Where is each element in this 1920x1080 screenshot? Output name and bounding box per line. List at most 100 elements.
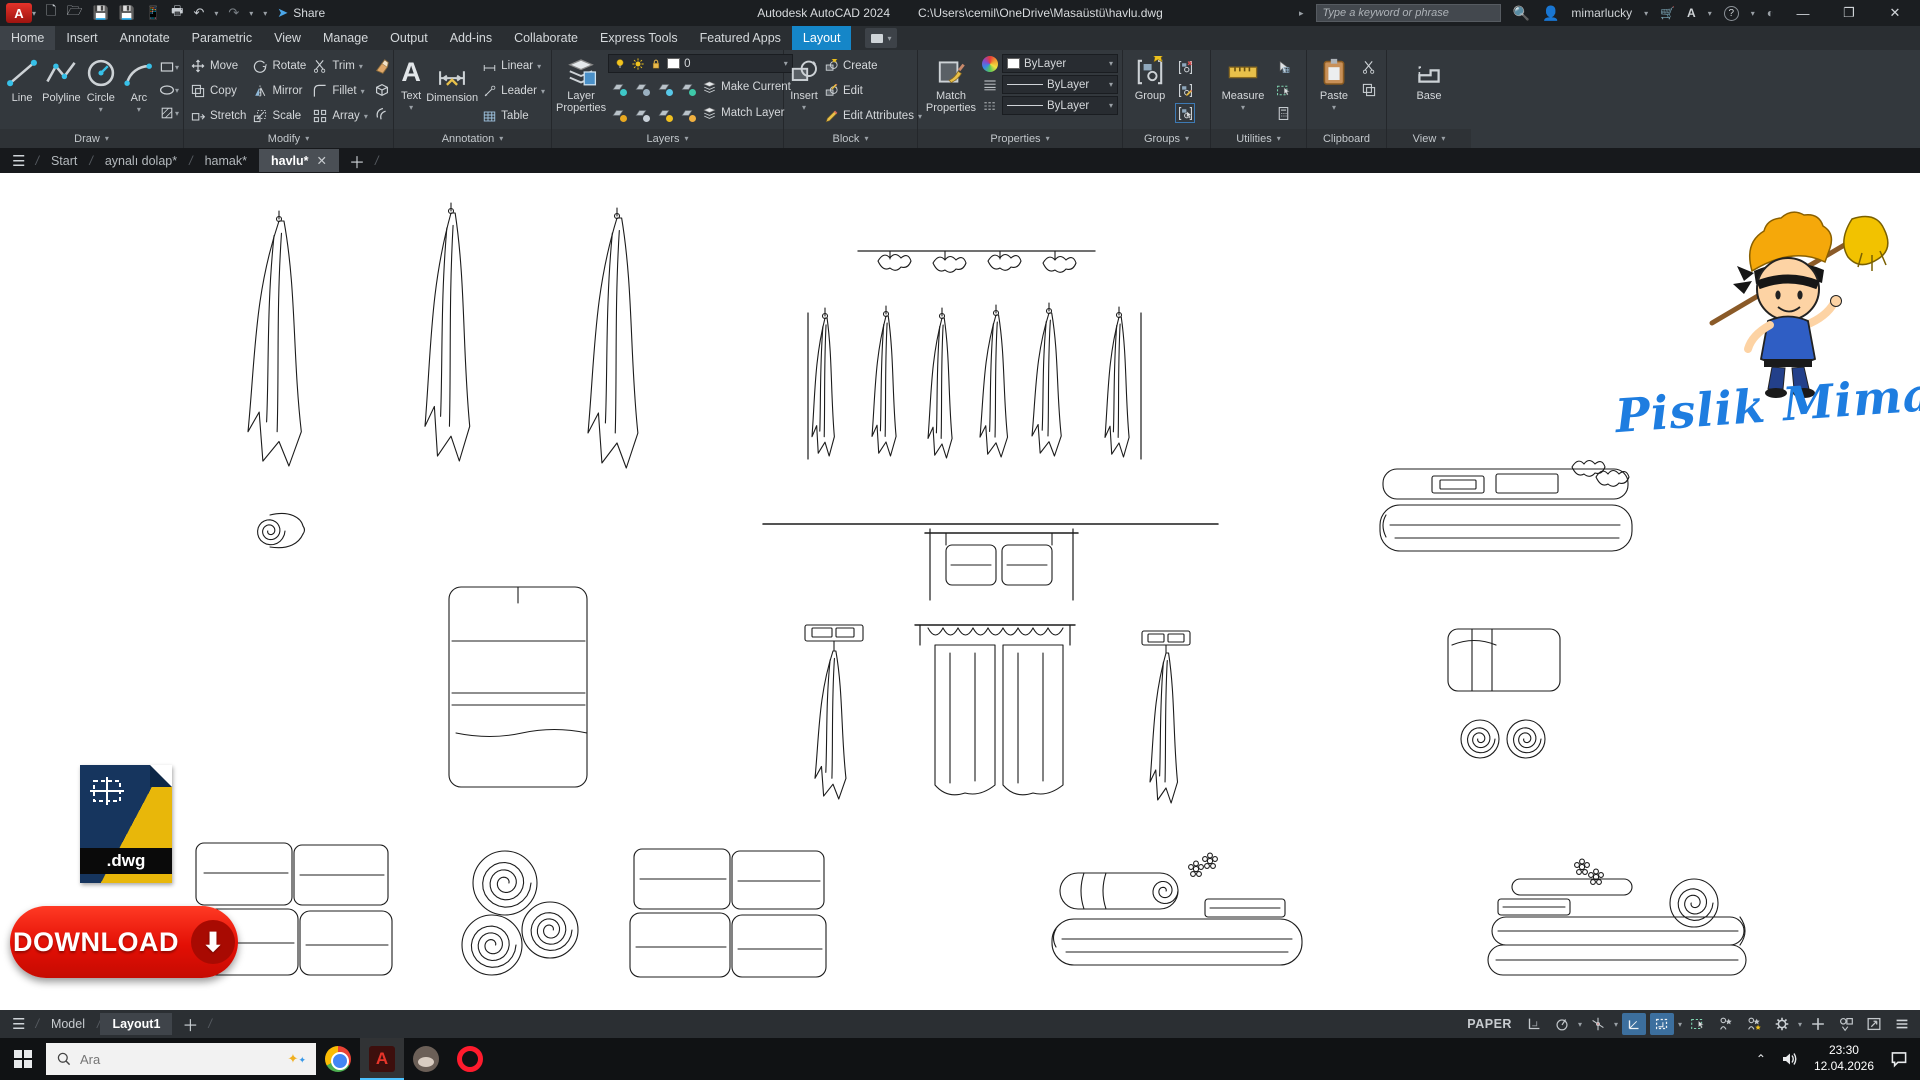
download-button[interactable]: DOWNLOAD ⬇ xyxy=(10,906,238,978)
lineweight-combo[interactable]: ByLayer▾ xyxy=(1002,75,1118,94)
table-tool[interactable]: Table xyxy=(480,104,547,128)
autodesk-icon[interactable]: A xyxy=(1687,6,1696,20)
theme-icon[interactable]: ◐ xyxy=(1767,6,1774,20)
trim-tool[interactable]: Trim▾ xyxy=(310,54,370,78)
app-menu-caret-icon[interactable]: ▾ xyxy=(32,9,36,18)
search-collapse-icon[interactable]: ▸ xyxy=(1299,8,1304,19)
lineweight-icon[interactable] xyxy=(982,77,998,93)
layer-unlock-icon[interactable] xyxy=(677,103,697,123)
make-current-button[interactable]: Make Current xyxy=(700,75,793,99)
measure-button[interactable]: Measure▾ xyxy=(1215,54,1271,113)
open-file-icon[interactable]: 🗁 xyxy=(66,2,82,24)
ellipse-tool[interactable]: ▾ xyxy=(159,80,179,100)
panel-label-draw[interactable]: Draw▾ xyxy=(0,129,183,148)
linetype-icon[interactable] xyxy=(982,98,998,114)
search-highlights-icon[interactable]: ✦✦ xyxy=(288,1051,306,1067)
share-button[interactable]: ➤Share xyxy=(277,5,325,21)
tab-view[interactable]: View xyxy=(263,26,312,50)
new-drawing-tab-icon[interactable]: ＋ xyxy=(349,149,365,173)
tab-add-ins[interactable]: Add-ins xyxy=(439,26,503,50)
copy-tool[interactable]: Copy xyxy=(188,79,248,103)
quick-calculator-icon[interactable] xyxy=(1273,103,1293,123)
panel-label-annotation[interactable]: Annotation▾ xyxy=(394,129,551,148)
layout1-tab[interactable]: Layout1 xyxy=(100,1013,172,1035)
create-block-button[interactable]: Create xyxy=(822,54,924,78)
start-button[interactable] xyxy=(0,1038,46,1080)
taskbar-clock[interactable]: 23:30 12.04.2026 xyxy=(1814,1043,1874,1074)
linear-dimension-tool[interactable]: Linear▾ xyxy=(480,54,547,78)
new-layout-icon[interactable]: ＋ xyxy=(182,1012,198,1036)
tab-insert[interactable]: Insert xyxy=(55,26,108,50)
ungroup-icon[interactable] xyxy=(1175,57,1195,77)
layer-select-combo[interactable]: 0 ▾ xyxy=(608,54,793,73)
autodesk-caret-icon[interactable]: ▾ xyxy=(1708,9,1712,18)
file-tabs-menu-icon[interactable]: ☰ xyxy=(12,152,25,170)
search-icon[interactable]: 🔍 xyxy=(1513,5,1530,22)
tab-output[interactable]: Output xyxy=(379,26,439,50)
selection-cycling-icon[interactable] xyxy=(1686,1013,1710,1035)
volume-icon[interactable] xyxy=(1780,1049,1800,1069)
taskbar-gimp-icon[interactable] xyxy=(404,1038,448,1080)
minimize-button[interactable]: — xyxy=(1786,0,1820,26)
insert-block-button[interactable]: Insert▾ xyxy=(788,54,820,113)
panel-label-layers[interactable]: Layers▾ xyxy=(552,129,783,148)
paste-button[interactable]: Paste▾ xyxy=(1311,54,1357,113)
panel-label-groups[interactable]: Groups▾ xyxy=(1123,129,1210,148)
group-selection-icon[interactable] xyxy=(1175,103,1195,123)
copy-clip-icon[interactable] xyxy=(1359,80,1379,100)
group-button[interactable]: Group xyxy=(1127,54,1173,102)
layer-off-icon[interactable] xyxy=(608,77,628,97)
user-caret-icon[interactable]: ▾ xyxy=(1644,9,1648,18)
taskbar-chrome-icon[interactable] xyxy=(316,1038,360,1080)
text-tool[interactable]: AText▾ xyxy=(398,54,424,113)
save-as-icon[interactable]: 💾 xyxy=(119,5,135,21)
save-icon[interactable]: 💾 xyxy=(93,5,109,21)
print-icon[interactable]: 🖶 xyxy=(171,2,183,24)
dynamic-ucs-icon[interactable] xyxy=(1550,1013,1574,1035)
layer-lock-icon[interactable] xyxy=(677,77,697,97)
layer-properties-button[interactable]: Layer Properties xyxy=(556,54,606,114)
move-tool[interactable]: Move xyxy=(188,54,248,78)
line-tool[interactable]: Line xyxy=(4,54,40,104)
taskbar-search[interactable]: ✦✦ xyxy=(46,1043,316,1075)
close-tab-icon[interactable]: ✕ xyxy=(317,153,327,168)
offset-tool[interactable] xyxy=(372,103,392,123)
tab-home[interactable]: Home xyxy=(0,26,55,50)
match-properties-button[interactable]: Match Properties xyxy=(922,54,980,114)
mirror-tool[interactable]: Mirror xyxy=(250,79,308,103)
restore-button[interactable]: ❐ xyxy=(1832,0,1866,26)
arc-tool[interactable]: Arc▾ xyxy=(121,54,157,115)
select-similar-icon[interactable] xyxy=(1273,80,1293,100)
tab-parametric[interactable]: Parametric xyxy=(181,26,263,50)
layout-menu-icon[interactable]: ☰ xyxy=(12,1015,25,1033)
file-tab-start[interactable]: Start xyxy=(39,150,89,172)
panel-label-view[interactable]: View▾ xyxy=(1387,129,1471,148)
layer-thaw-icon[interactable] xyxy=(631,103,651,123)
close-button[interactable]: ✕ xyxy=(1878,0,1912,26)
rotate-tool[interactable]: Rotate xyxy=(250,54,308,78)
grid-display-icon[interactable] xyxy=(1522,1013,1546,1035)
taskbar-opera-icon[interactable] xyxy=(448,1038,492,1080)
fullscreen-icon[interactable] xyxy=(1862,1013,1886,1035)
workspace-gear-icon[interactable] xyxy=(1770,1013,1794,1035)
autocad-app-menu-button[interactable]: A xyxy=(6,3,32,23)
rectangle-tool[interactable]: ▾ xyxy=(159,57,179,77)
tray-chevron-icon[interactable]: ⌃ xyxy=(1756,1052,1766,1066)
help-caret-icon[interactable]: ▾ xyxy=(1751,9,1755,18)
annotation-visibility-icon[interactable] xyxy=(1714,1013,1738,1035)
towel-block-drawings[interactable] xyxy=(0,173,1920,1010)
cart-icon[interactable]: 🛒 xyxy=(1660,6,1675,20)
linetype-combo[interactable]: ByLayer▾ xyxy=(1002,96,1118,115)
panel-label-block[interactable]: Block▾ xyxy=(784,129,917,148)
object-color-combo[interactable]: ByLayer▾ xyxy=(1002,54,1118,73)
quick-select-icon[interactable] xyxy=(1273,57,1293,77)
notification-center-icon[interactable] xyxy=(1888,1048,1910,1070)
ribbon-display-toggle[interactable]: ▾ xyxy=(865,28,897,48)
edit-block-button[interactable]: Edit xyxy=(822,79,924,103)
taskbar-autocad-icon[interactable]: A xyxy=(360,1038,404,1080)
annotation-scale-icon[interactable] xyxy=(1742,1013,1766,1035)
explode-tool[interactable] xyxy=(372,80,392,100)
panel-label-clipboard[interactable]: Clipboard xyxy=(1307,129,1386,148)
snap-mode-icon[interactable] xyxy=(1586,1013,1610,1035)
redo-icon[interactable]: ↷ xyxy=(228,5,239,21)
